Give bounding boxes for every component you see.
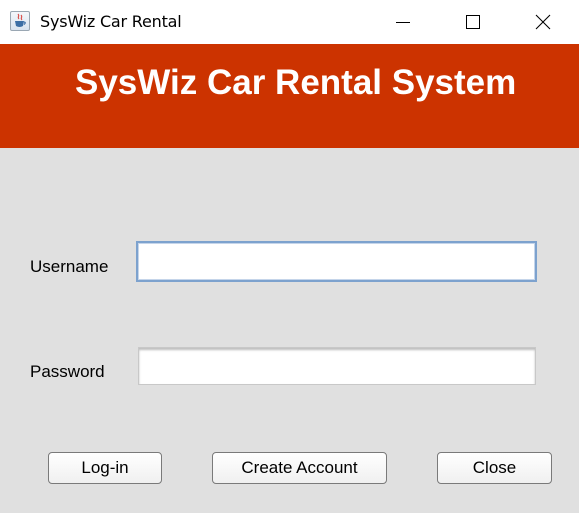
- window-title: SysWiz Car Rental: [40, 12, 182, 31]
- minimize-button[interactable]: [374, 0, 432, 44]
- java-cup-icon: [10, 11, 30, 31]
- close-button[interactable]: Close: [437, 452, 552, 484]
- username-input[interactable]: [136, 241, 537, 282]
- login-window: SysWiz Car Rental SysWiz Car Rental Syst…: [0, 0, 579, 513]
- minimize-icon: [396, 22, 410, 23]
- close-icon: [535, 14, 551, 30]
- maximize-icon: [466, 15, 480, 29]
- close-window-button[interactable]: [514, 0, 572, 44]
- title-bar[interactable]: SysWiz Car Rental: [0, 0, 579, 44]
- create-account-button[interactable]: Create Account: [212, 452, 387, 484]
- maximize-button[interactable]: [444, 0, 502, 44]
- username-label: Username: [30, 257, 109, 276]
- page-title: SysWiz Car Rental System: [75, 63, 517, 102]
- password-input[interactable]: [138, 347, 536, 385]
- login-button[interactable]: Log-in: [48, 452, 162, 484]
- password-label: Password: [30, 362, 105, 381]
- header-banner: SysWiz Car Rental System: [0, 44, 579, 148]
